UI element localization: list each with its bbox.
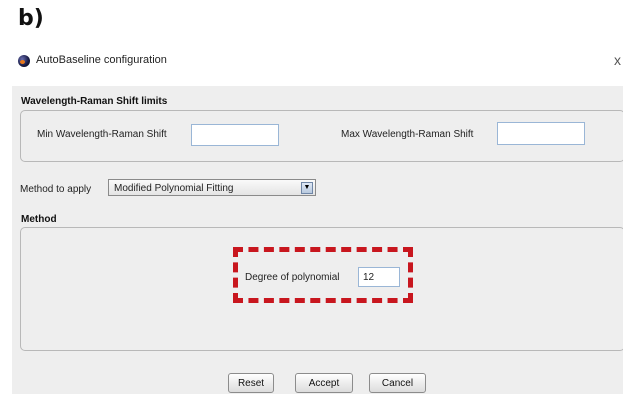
degree-of-polynomial-input[interactable]	[358, 267, 400, 287]
method-select-value: Modified Polynomial Fitting	[114, 183, 234, 194]
close-icon[interactable]: x	[614, 52, 621, 68]
chevron-down-icon[interactable]: ▼	[301, 182, 313, 194]
reset-button[interactable]: Reset	[228, 373, 274, 393]
min-shift-label: Min Wavelength-Raman Shift	[37, 129, 167, 140]
cancel-button[interactable]: Cancel	[369, 373, 426, 393]
max-shift-label: Max Wavelength-Raman Shift	[341, 129, 474, 140]
method-section-title: Method	[21, 214, 57, 225]
max-shift-input[interactable]	[497, 122, 585, 145]
window-title: AutoBaseline configuration	[36, 54, 167, 66]
app-logo-icon	[18, 55, 30, 67]
degree-of-polynomial-label: Degree of polynomial	[245, 272, 340, 283]
method-select-label: Method to apply	[20, 184, 92, 195]
figure-panel-label: b)	[18, 6, 44, 31]
min-shift-input[interactable]	[191, 124, 279, 146]
window-titlebar[interactable]: AutoBaseline configuration x	[10, 48, 623, 76]
method-select-dropdown[interactable]: Modified Polynomial Fitting ▼	[108, 179, 316, 196]
accept-button[interactable]: Accept	[295, 373, 353, 393]
limits-section-title: Wavelength-Raman Shift limits	[21, 96, 168, 107]
figure-root: b) AutoBaseline configuration x Waveleng…	[0, 0, 623, 394]
